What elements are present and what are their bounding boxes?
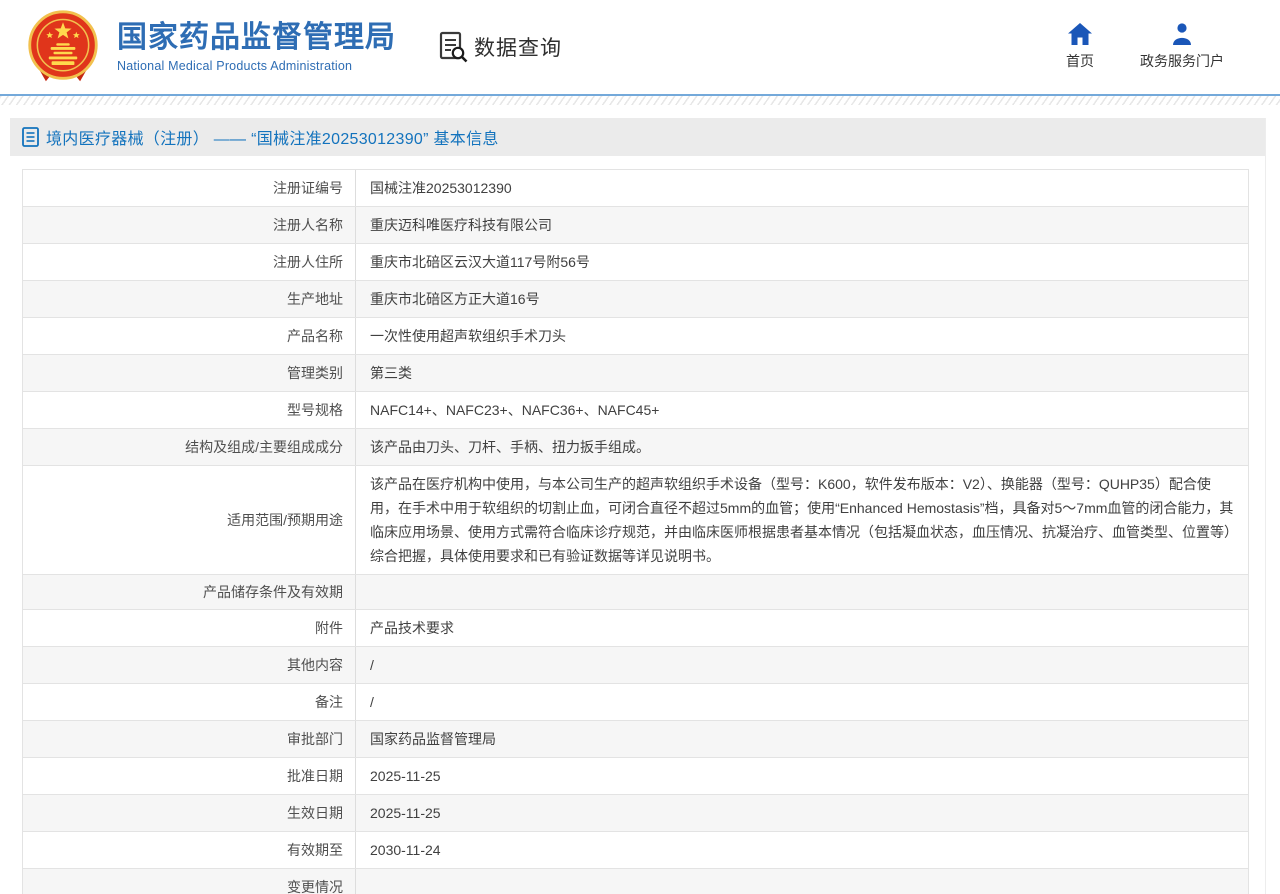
row-value: 2025-11-25 bbox=[356, 758, 1248, 794]
row-label: 有效期至 bbox=[23, 832, 356, 868]
row-value: 第三类 bbox=[356, 355, 1248, 391]
org-name-en: National Medical Products Administration bbox=[117, 59, 396, 73]
table-row-product-name: 产品名称 一次性使用超声软组织手术刀头 bbox=[23, 318, 1248, 355]
row-value: 重庆市北碚区方正大道16号 bbox=[356, 281, 1248, 317]
row-value: / bbox=[356, 647, 1248, 683]
table-row-attachment: 附件 产品技术要求 bbox=[23, 610, 1248, 647]
table-row-composition: 结构及组成/主要组成成分 该产品由刀头、刀杆、手柄、扭力扳手组成。 bbox=[23, 429, 1248, 466]
row-value bbox=[356, 881, 1248, 893]
nav-portal-label: 政务服务门户 bbox=[1140, 51, 1224, 71]
row-label: 生效日期 bbox=[23, 795, 356, 831]
row-value bbox=[356, 586, 1248, 598]
row-value: / bbox=[356, 684, 1248, 720]
table-row-other-content: 其他内容 / bbox=[23, 647, 1248, 684]
row-value: 国家药品监督管理局 bbox=[356, 721, 1248, 757]
row-label: 附件 bbox=[23, 610, 356, 646]
table-row-effective-date: 生效日期 2025-11-25 bbox=[23, 795, 1248, 832]
table-row-reg-number: 注册证编号 国械注准20253012390 bbox=[23, 170, 1248, 207]
nav-home[interactable]: 首页 bbox=[1066, 23, 1094, 71]
row-label: 生产地址 bbox=[23, 281, 356, 317]
row-label: 变更情况 bbox=[23, 869, 356, 894]
table-row-management-class: 管理类别 第三类 bbox=[23, 355, 1248, 392]
row-value: 一次性使用超声软组织手术刀头 bbox=[356, 318, 1248, 354]
row-label: 备注 bbox=[23, 684, 356, 720]
table-row-approval-department: 审批部门 国家药品监督管理局 bbox=[23, 721, 1248, 758]
row-value: 产品技术要求 bbox=[356, 610, 1248, 646]
document-icon bbox=[22, 127, 39, 147]
main-content: 境内医疗器械（注册） —— “国械注准20253012390” 基本信息 注册证… bbox=[10, 118, 1266, 894]
row-value: 重庆市北碚区云汉大道117号附56号 bbox=[356, 244, 1248, 280]
page-title-bar: 境内医疗器械（注册） —— “国械注准20253012390” 基本信息 bbox=[10, 118, 1265, 156]
row-value: 国械注准20253012390 bbox=[356, 170, 1248, 206]
national-emblem-icon bbox=[25, 9, 101, 85]
row-value: NAFC14+、NAFC23+、NAFC36+、NAFC45+ bbox=[356, 392, 1248, 428]
row-value: 该产品在医疗机构中使用，与本公司生产的超声软组织手术设备（型号：K600，软件发… bbox=[356, 466, 1248, 574]
table-row-registrant-name: 注册人名称 重庆迈科唯医疗科技有限公司 bbox=[23, 207, 1248, 244]
row-label: 适用范围/预期用途 bbox=[23, 466, 356, 574]
user-icon bbox=[1170, 23, 1194, 45]
nmpa-national-emblem-logo bbox=[25, 9, 101, 85]
row-label: 其他内容 bbox=[23, 647, 356, 683]
row-label: 型号规格 bbox=[23, 392, 356, 428]
document-search-icon bbox=[438, 31, 468, 63]
table-row-intended-use: 适用范围/预期用途 该产品在医疗机构中使用，与本公司生产的超声软组织手术设备（型… bbox=[23, 466, 1248, 575]
row-label: 管理类别 bbox=[23, 355, 356, 391]
row-label: 产品名称 bbox=[23, 318, 356, 354]
stripe-pattern-band bbox=[0, 96, 1280, 105]
table-row-production-address: 生产地址 重庆市北碚区方正大道16号 bbox=[23, 281, 1248, 318]
table-row-change-status: 变更情况 bbox=[23, 869, 1248, 894]
row-label: 注册人住所 bbox=[23, 244, 356, 280]
header-nav: 首页 政务服务门户 bbox=[1066, 23, 1224, 71]
table-row-expiry-date: 有效期至 2030-11-24 bbox=[23, 832, 1248, 869]
table-row-approval-date: 批准日期 2025-11-25 bbox=[23, 758, 1248, 795]
nav-home-label: 首页 bbox=[1066, 51, 1094, 71]
table-row-storage-validity: 产品储存条件及有效期 bbox=[23, 575, 1248, 610]
org-name-cn: 国家药品监督管理局 bbox=[117, 21, 396, 55]
row-label: 批准日期 bbox=[23, 758, 356, 794]
registration-info-table: 注册证编号 国械注准20253012390 注册人名称 重庆迈科唯医疗科技有限公… bbox=[22, 169, 1249, 894]
table-row-registrant-address: 注册人住所 重庆市北碚区云汉大道117号附56号 bbox=[23, 244, 1248, 281]
nav-portal[interactable]: 政务服务门户 bbox=[1140, 23, 1224, 71]
home-icon bbox=[1068, 23, 1092, 45]
row-value: 该产品由刀头、刀杆、手柄、扭力扳手组成。 bbox=[356, 429, 1248, 465]
page-title: 境内医疗器械（注册） —— “国械注准20253012390” 基本信息 bbox=[46, 125, 499, 149]
site-header: 国家药品监督管理局 National Medical Products Admi… bbox=[0, 0, 1280, 94]
data-query-label: 数据查询 bbox=[474, 32, 562, 62]
table-row-model-spec: 型号规格 NAFC14+、NAFC23+、NAFC36+、NAFC45+ bbox=[23, 392, 1248, 429]
table-row-remarks: 备注 / bbox=[23, 684, 1248, 721]
row-label: 审批部门 bbox=[23, 721, 356, 757]
row-label: 结构及组成/主要组成成分 bbox=[23, 429, 356, 465]
row-value: 2030-11-24 bbox=[356, 832, 1248, 868]
row-label: 注册人名称 bbox=[23, 207, 356, 243]
row-value: 重庆迈科唯医疗科技有限公司 bbox=[356, 207, 1248, 243]
row-value: 2025-11-25 bbox=[356, 795, 1248, 831]
row-label: 产品储存条件及有效期 bbox=[23, 575, 356, 609]
data-query-link[interactable]: 数据查询 bbox=[438, 31, 562, 63]
row-label: 注册证编号 bbox=[23, 170, 356, 206]
